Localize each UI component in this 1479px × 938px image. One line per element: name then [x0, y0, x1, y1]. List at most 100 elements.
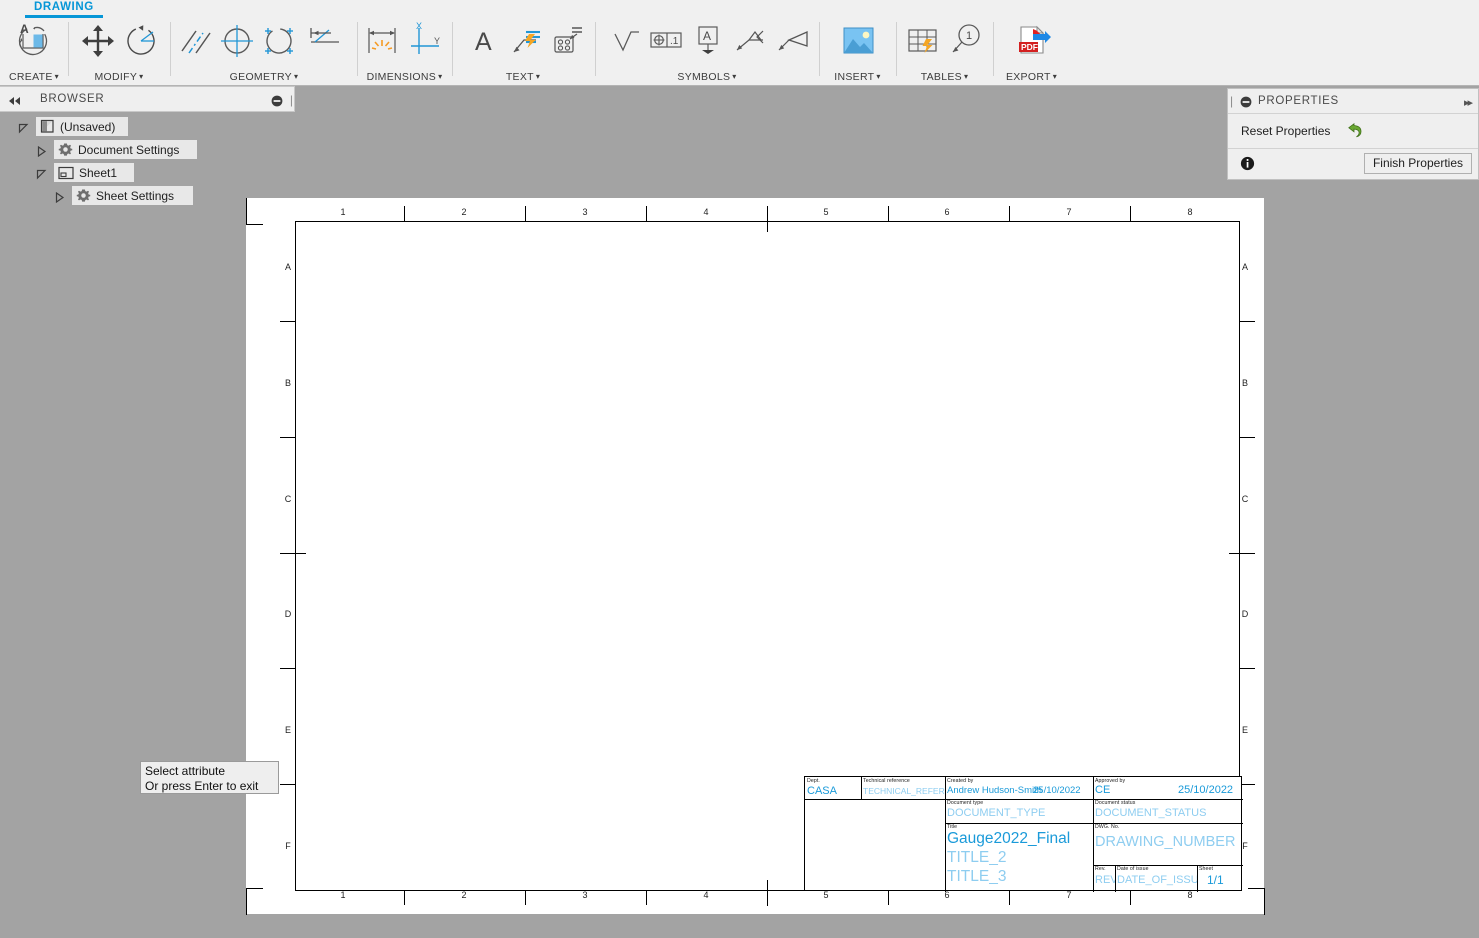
reset-properties-row[interactable]: Reset Properties — [1228, 114, 1478, 149]
field-date-of-issue[interactable]: Date of issue DATE_OF_ISSUE — [1115, 865, 1197, 892]
text-icon[interactable]: A — [461, 20, 505, 60]
tree-node-sheet1[interactable]: Sheet1 — [0, 161, 300, 184]
center-mark-pattern-icon[interactable] — [257, 20, 301, 60]
tab-strip: DRAWING — [0, 0, 1479, 18]
panel-export-text: EXPORT — [1005, 71, 1051, 83]
field-dept[interactable]: Dept. CASA — [805, 777, 861, 799]
properties-panel: | PROPERTIES ▸▸ Reset Properties Finish … — [1227, 88, 1479, 180]
zone-tick-top — [525, 206, 527, 221]
zone-tick-top — [404, 206, 406, 221]
crop-mark-bottom-left — [246, 888, 263, 915]
center-mark-top — [767, 206, 769, 232]
field-sheet-value: 1/1 — [1207, 873, 1224, 887]
zone-number-top: 8 — [1187, 207, 1193, 217]
create-base-view-icon[interactable]: A — [10, 20, 54, 60]
panel-label-modify[interactable]: MODIFY ▾ — [69, 71, 169, 83]
browser-minimize-icon[interactable] — [271, 94, 283, 112]
insert-image-icon[interactable] — [836, 20, 880, 60]
edge-extension-icon[interactable] — [302, 20, 346, 60]
panel-geometry: GEOMETRY ▾ — [171, 18, 357, 84]
zone-tick-top — [1009, 206, 1011, 221]
zone-letter-left: C — [284, 494, 292, 504]
surface-texture-icon[interactable] — [602, 20, 646, 60]
chevron-down-icon: ▾ — [438, 72, 443, 81]
panel-label-text[interactable]: TEXT ▾ — [453, 71, 593, 83]
zone-tick-right — [1240, 437, 1255, 439]
field-created-by-label: Created by — [947, 778, 974, 784]
feature-control-frame-icon[interactable]: .1 — [644, 20, 688, 60]
drawing-sheet[interactable]: 1 2 3 4 5 6 7 8 1 2 3 4 5 6 7 8 A B C D … — [246, 198, 1265, 915]
move-icon[interactable] — [76, 20, 120, 60]
panel-text: A TEXT ▾ — [453, 18, 593, 84]
properties-resize-grip[interactable]: | — [1230, 94, 1233, 108]
center-mark-right — [1229, 553, 1255, 555]
balloon-icon[interactable]: 1 — [943, 20, 987, 60]
panel-create-text: CREATE — [9, 71, 53, 83]
field-approved-by-date: 25/10/2022 — [1178, 784, 1234, 796]
field-document-type-value: DOCUMENT_TYPE — [947, 807, 1046, 819]
center-mark-icon[interactable] — [215, 20, 259, 60]
collapse-arrow-icon[interactable] — [36, 144, 47, 158]
center-mark-left — [280, 553, 306, 555]
ribbon: DRAWING A CREATE ▾ MODIFY ▾ GEOMETRY ▾ X… — [0, 0, 1479, 86]
field-title[interactable]: Title Gauge2022_Final TITLE_2 TITLE_3 — [945, 823, 1093, 892]
panel-label-tables[interactable]: TABLES ▾ — [897, 71, 992, 83]
svg-text:Y: Y — [434, 36, 440, 46]
info-icon[interactable] — [1240, 156, 1255, 176]
field-sheet[interactable]: Sheet 1/1 — [1197, 865, 1243, 892]
zone-number-bottom: 4 — [703, 890, 709, 900]
finish-properties-button[interactable]: Finish Properties — [1363, 153, 1472, 174]
field-document-type[interactable]: Document type DOCUMENT_TYPE — [945, 799, 1093, 823]
crop-mark-bottom-right — [1248, 888, 1265, 915]
weld-symbol-icon[interactable] — [728, 20, 772, 60]
tree-node-unsaved[interactable]: (Unsaved) — [0, 115, 300, 138]
expand-arrow-icon[interactable] — [18, 121, 29, 134]
centerline-icon[interactable] — [173, 20, 217, 60]
expand-arrow-icon[interactable] — [36, 167, 47, 180]
datum-identifier-icon[interactable]: A — [686, 20, 730, 60]
panel-insert-text: INSERT — [834, 71, 875, 83]
zone-letter-left: E — [284, 725, 291, 735]
undo-icon[interactable] — [1344, 121, 1364, 146]
leader-text-icon[interactable] — [503, 20, 547, 60]
panel-label-export[interactable]: EXPORT ▾ — [994, 71, 1069, 83]
field-created-by-value: Andrew Hudson-Smith — [947, 785, 1043, 796]
field-dwg-no[interactable]: DWG. No. DRAWING_NUMBER — [1093, 823, 1243, 865]
tab-drawing[interactable]: DRAWING — [28, 0, 100, 13]
panel-label-insert[interactable]: INSERT ▾ — [820, 71, 895, 83]
browser-collapse-icon[interactable] — [7, 94, 23, 112]
field-rev[interactable]: Rev. REV — [1093, 865, 1115, 892]
field-title-value: Gauge2022_Final — [947, 830, 1071, 847]
zone-number-top: 4 — [703, 207, 709, 217]
gear-icon — [58, 143, 73, 156]
panel-label-symbols[interactable]: SYMBOLS ▾ — [596, 71, 818, 83]
rotate-icon[interactable] — [119, 20, 163, 60]
properties-minimize-icon[interactable] — [1240, 95, 1252, 113]
panel-label-geometry[interactable]: GEOMETRY ▾ — [171, 71, 357, 83]
browser-resize-grip[interactable]: | — [290, 93, 293, 107]
zone-letter-right: B — [1241, 378, 1248, 388]
ribbon-panels: A CREATE ▾ MODIFY ▾ GEOMETRY ▾ X Y DIMEN… — [0, 18, 1479, 84]
tree-node-document-settings[interactable]: Document Settings — [0, 138, 300, 161]
export-pdf-icon[interactable]: PDF — [1010, 20, 1054, 60]
field-date-of-issue-label: Date of issue — [1117, 866, 1149, 872]
collapse-arrow-icon[interactable] — [54, 190, 65, 204]
field-approved-by[interactable]: Approved by CE 25/10/2022 — [1093, 777, 1243, 799]
field-created-by[interactable]: Created by Andrew Hudson-Smith 25/10/202… — [945, 777, 1093, 799]
table-icon[interactable] — [901, 20, 945, 60]
dimension-icon[interactable] — [360, 20, 404, 60]
field-document-status[interactable]: Document status DOCUMENT_STATUS — [1093, 799, 1243, 823]
panel-label-dimensions[interactable]: DIMENSIONS ▾ — [358, 71, 451, 83]
properties-expand-icon[interactable]: ▸▸ — [1464, 96, 1473, 109]
datum-target-icon[interactable] — [770, 20, 814, 60]
sheet-icon — [58, 166, 74, 179]
ordinate-dimension-icon[interactable]: X Y — [402, 20, 446, 60]
table-text-icon[interactable] — [545, 20, 589, 60]
panel-symbols: .1 A SYMBOLS ▾ — [596, 18, 818, 84]
panel-tables-text: TABLES — [920, 71, 962, 83]
panel-label-create[interactable]: CREATE ▾ — [0, 71, 68, 83]
field-document-status-label: Document status — [1095, 800, 1136, 806]
title-block[interactable]: Dept. CASA Technical reference TECHNICAL… — [804, 776, 1243, 892]
field-dept-value: CASA — [807, 785, 837, 797]
field-technical-reference[interactable]: Technical reference TECHNICAL_REFERENCE — [861, 777, 945, 799]
